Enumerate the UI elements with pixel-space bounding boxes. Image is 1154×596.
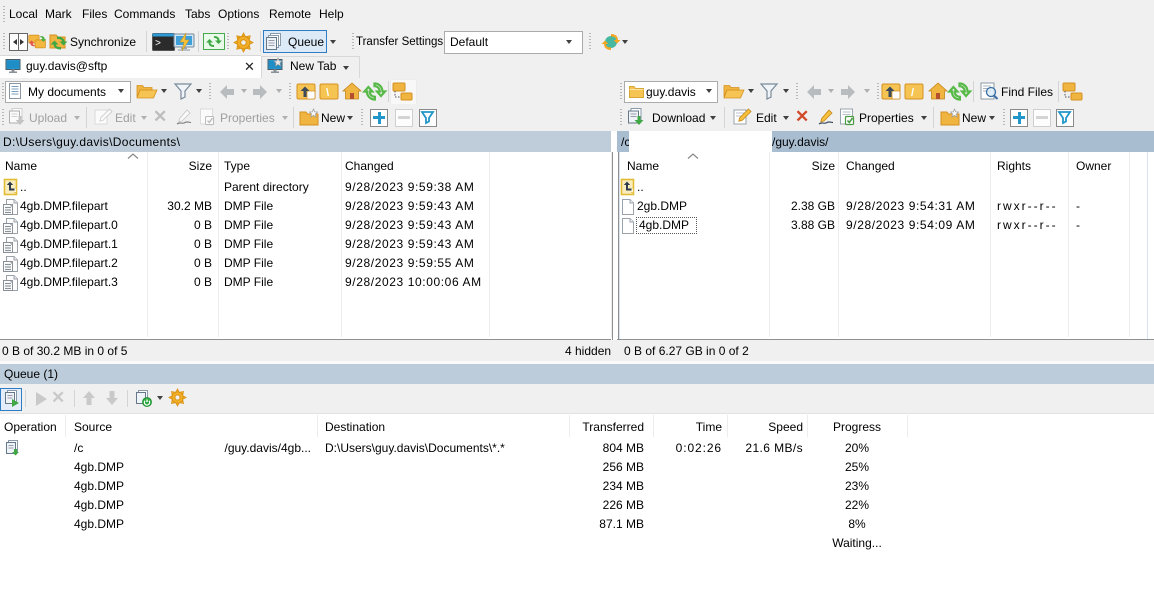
svg-text:/: / — [911, 87, 914, 99]
svg-text:\: \ — [326, 87, 329, 99]
svg-text:>: > — [155, 39, 161, 50]
